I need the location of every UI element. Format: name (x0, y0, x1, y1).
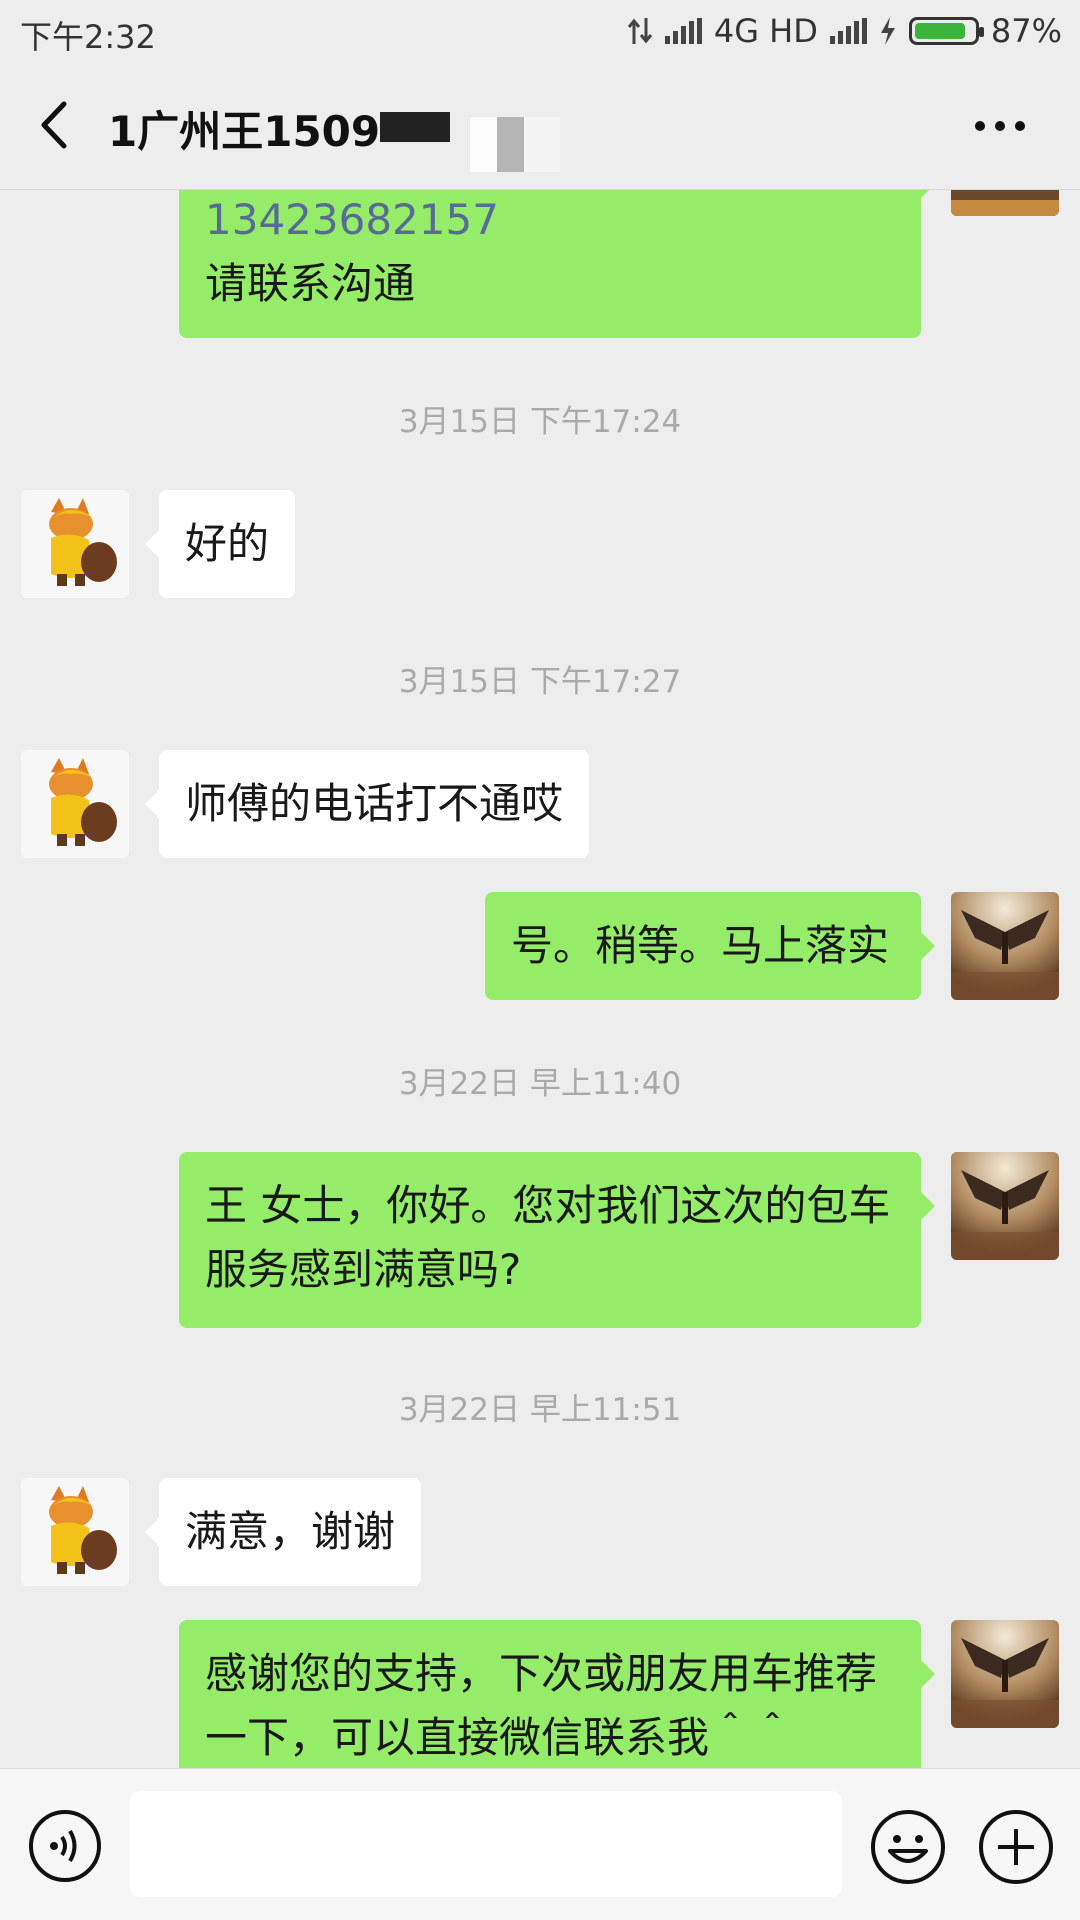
data-transfer-icon (627, 18, 652, 44)
battery-percent: 87% (990, 12, 1062, 50)
status-icons: 4G HD 87% (627, 12, 1062, 50)
timestamp: 3月22日 早上11:51 (398, 1392, 682, 1428)
signal-icon (664, 18, 702, 44)
timestamp: 3月22日 早上11:40 (398, 1066, 682, 1102)
chat-header: 1广州王1509 (0, 62, 1080, 190)
timestamp: 3月15日 下午17:24 (398, 404, 682, 440)
phone-link[interactable]: 13423682157 (205, 190, 895, 252)
winged-figure-avatar-image (951, 1620, 1059, 1728)
avatar-self[interactable] (951, 1152, 1059, 1260)
charging-icon (880, 17, 895, 45)
battery-fill (914, 23, 966, 39)
message-outgoing[interactable]: 13423682157 请联系沟通 (179, 190, 935, 338)
emoji-icon[interactable] (870, 1809, 946, 1885)
timestamp: 3月15日 下午17:27 (398, 664, 682, 700)
redaction-blur (470, 117, 560, 172)
redaction-mask (380, 112, 450, 142)
battery-icon (908, 17, 984, 45)
message-outgoing[interactable]: 感谢您的支持，下次或朋友用车推荐一下，可以直接微信联系我＾＾ (179, 1620, 935, 1768)
message-incoming[interactable]: 好的 (144, 490, 296, 598)
message-input[interactable] (130, 1791, 842, 1897)
message-outgoing[interactable]: 王 女士，你好。您对我们这次的包车服务感到满意吗? (179, 1152, 935, 1328)
voice-icon[interactable] (28, 1809, 102, 1883)
plus-icon[interactable] (978, 1809, 1054, 1885)
fox-avatar-image (21, 490, 129, 598)
message-text: 请联系沟通 (205, 259, 416, 308)
avatar-contact[interactable] (21, 490, 129, 598)
avatar-self[interactable] (951, 190, 1059, 216)
message-incoming[interactable]: 师傅的电话打不通哎 (144, 750, 590, 858)
message-list[interactable]: 13423682157 请联系沟通 3月15日 下午17:24 好的 3月15日… (0, 190, 1080, 1768)
fox-avatar-image (21, 750, 129, 858)
avatar-contact[interactable] (21, 1478, 129, 1586)
message-incoming[interactable]: 满意，谢谢 (144, 1478, 422, 1586)
input-bar (0, 1768, 1080, 1920)
status-bar: 下午2:32 4G HD 87% (0, 0, 1080, 62)
status-time: 下午2:32 (20, 18, 156, 56)
message-outgoing[interactable]: 号。稍等。马上落实 (485, 892, 935, 1000)
signal-icon-2 (829, 18, 867, 44)
avatar-self[interactable] (951, 1620, 1059, 1728)
fox-avatar-image (21, 1478, 129, 1586)
chevron-left-icon[interactable] (36, 100, 76, 150)
more-dots-icon[interactable] (974, 118, 1026, 134)
winged-figure-avatar-image (951, 1152, 1059, 1260)
winged-figure-avatar-image (951, 892, 1059, 1000)
avatar-contact[interactable] (21, 750, 129, 858)
avatar-self[interactable] (951, 892, 1059, 1000)
network-type: 4G HD (713, 12, 818, 50)
chat-title: 1广州王1509 (108, 107, 381, 156)
